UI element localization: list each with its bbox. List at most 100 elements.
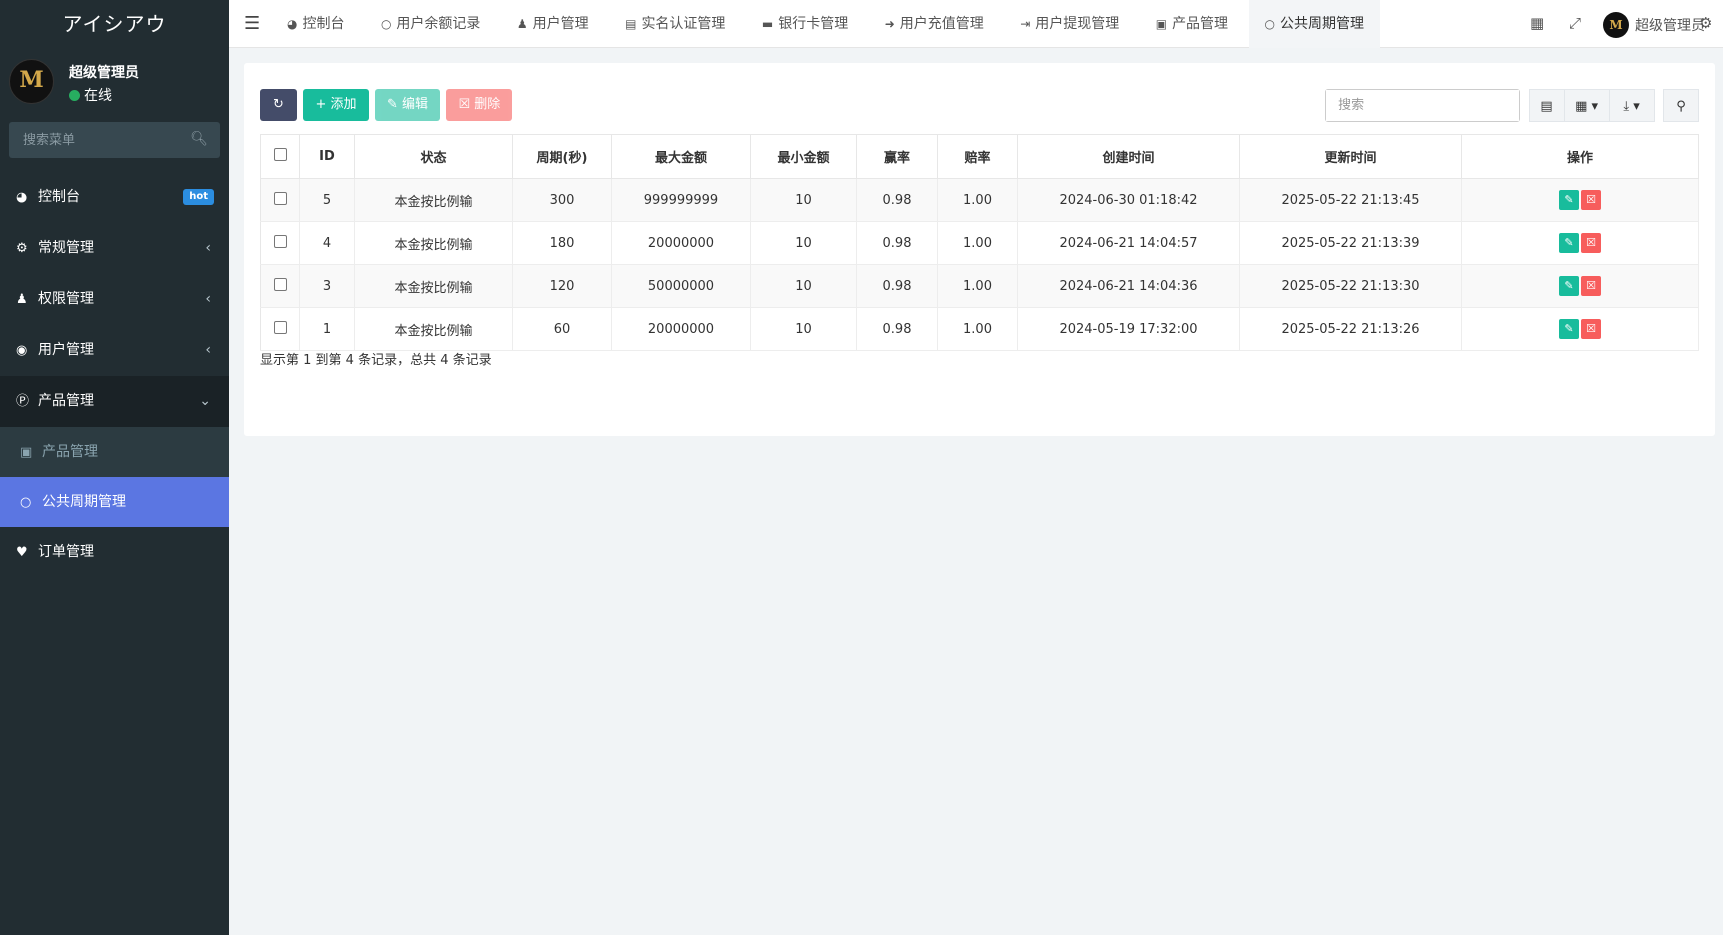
- column-header[interactable]: 周期(秒): [512, 134, 612, 179]
- table-cell: 20000000: [611, 221, 751, 265]
- row-delete-button[interactable]: ☒: [1581, 190, 1601, 210]
- pagination-info: 显示第 1 到第 4 条记录，总共 4 条记录: [260, 353, 492, 368]
- sidebar-item-label: 用户管理: [38, 342, 94, 358]
- column-header[interactable]: ID: [299, 134, 355, 179]
- sidebar-item-general[interactable]: ⚙ 常规管理 ‹: [0, 223, 229, 274]
- tab-deposits[interactable]: ➜ 用户充值管理: [869, 0, 1000, 48]
- plus-icon: +: [315, 97, 331, 112]
- shopping-bag-icon: ▣: [20, 445, 33, 460]
- column-header[interactable]: 更新时间: [1239, 134, 1462, 179]
- menu-toggle-icon[interactable]: ☰: [244, 13, 260, 34]
- table-cell: 1: [299, 307, 355, 351]
- avatar[interactable]: M: [1603, 12, 1629, 38]
- chevron-down-icon: ⌄: [199, 393, 211, 409]
- delete-label: 删除: [474, 97, 501, 112]
- language-icon[interactable]: ▦: [1530, 14, 1544, 32]
- sidebar-subitem-public-period[interactable]: ○ 公共周期管理: [0, 477, 229, 527]
- tab-label: 控制台: [302, 16, 345, 32]
- delete-button[interactable]: ☒ 删除: [446, 89, 513, 121]
- heartbeat-icon: ♥: [16, 545, 28, 560]
- select-all-cell[interactable]: [260, 134, 300, 179]
- sidebar-item-dashboard[interactable]: ◕ 控制台 hot: [0, 172, 229, 223]
- sidebar-item-permissions[interactable]: ♟ 权限管理 ‹: [0, 274, 229, 325]
- gear-icon[interactable]: ⚙: [1699, 14, 1712, 32]
- row-edit-button[interactable]: ✎: [1559, 233, 1579, 253]
- row-select-cell[interactable]: [260, 264, 300, 308]
- column-header[interactable]: 最大金额: [611, 134, 751, 179]
- tab-users[interactable]: ♟ 用户管理: [501, 0, 605, 48]
- column-header[interactable]: 创建时间: [1017, 134, 1240, 179]
- id-card-icon: ▤: [625, 17, 637, 31]
- toggle-view-button[interactable]: ▤: [1528, 89, 1565, 122]
- sidebar-item-users[interactable]: ◉ 用户管理 ‹: [0, 325, 229, 376]
- row-edit-button[interactable]: ✎: [1559, 276, 1579, 296]
- row-edit-button[interactable]: ✎: [1559, 319, 1579, 339]
- table-cell: 本金按比例输: [354, 307, 513, 351]
- table-header-row: ID 状态 周期(秒) 最大金额 最小金额 赢率 赔率 创建时间 更新时间 操作: [260, 134, 1699, 179]
- search-icon[interactable]: 🔍︎: [190, 131, 208, 147]
- select-all-checkbox[interactable]: [273, 148, 287, 161]
- table-cell: 1.00: [937, 178, 1018, 222]
- row-select-cell[interactable]: [260, 221, 300, 265]
- tab-dashboard[interactable]: ◕ 控制台: [271, 0, 360, 48]
- sidebar-subitem-products[interactable]: ▣ 产品管理: [0, 427, 229, 477]
- table-cell: 2024-06-30 01:18:42: [1017, 178, 1240, 222]
- trash-icon: ☒: [1586, 279, 1596, 292]
- row-select-cell[interactable]: [260, 178, 300, 222]
- credit-card-icon: ▬: [761, 17, 774, 31]
- tab-balance-records[interactable]: ○ 用户余额记录: [365, 0, 496, 48]
- fullscreen-icon[interactable]: ⤢: [1569, 14, 1581, 32]
- app-logo[interactable]: アイシアウ: [0, 0, 229, 48]
- column-header[interactable]: 状态: [354, 134, 513, 179]
- table-search-input[interactable]: [1326, 90, 1520, 121]
- edit-button[interactable]: ✎ 编辑: [374, 89, 440, 121]
- table-cell: 2024-06-21 14:04:36: [1017, 264, 1240, 308]
- column-header[interactable]: 赢率: [856, 134, 938, 179]
- avatar: M: [9, 59, 54, 104]
- row-checkbox[interactable]: [273, 277, 287, 291]
- tab-products[interactable]: ▣ 产品管理: [1140, 0, 1244, 48]
- row-select-cell[interactable]: [260, 307, 300, 351]
- sign-in-icon: ➜: [884, 17, 895, 31]
- columns-button[interactable]: ▦ ▾: [1563, 89, 1610, 122]
- table-cell: 2025-05-22 21:13:30: [1239, 264, 1462, 308]
- row-delete-button[interactable]: ☒: [1581, 319, 1601, 339]
- table-row[interactable]: 4 本金按比例输 180 20000000 10 0.98 1.00 2024-…: [260, 221, 1699, 265]
- table-cell: 0.98: [856, 264, 938, 308]
- pencil-icon: ✎: [386, 97, 402, 112]
- row-checkbox[interactable]: [273, 320, 287, 334]
- edit-label: 编辑: [401, 97, 428, 112]
- table-cell: 0.98: [856, 178, 938, 222]
- advanced-search-button[interactable]: ⚲: [1663, 89, 1699, 122]
- sidebar-item-products[interactable]: Ⓟ 产品管理 ⌄: [0, 376, 229, 427]
- sidebar-item-orders[interactable]: ♥ 订单管理: [0, 527, 229, 578]
- tab-verification[interactable]: ▤ 实名认证管理: [609, 0, 741, 48]
- table-cell: 20000000: [611, 307, 751, 351]
- table-cell: 0.98: [856, 221, 938, 265]
- column-header[interactable]: 赔率: [937, 134, 1018, 179]
- table-cell: 10: [750, 264, 857, 308]
- tab-withdrawals[interactable]: ⇥ 用户提现管理: [1004, 0, 1135, 48]
- table-row[interactable]: 3 本金按比例输 120 50000000 10 0.98 1.00 2024-…: [260, 264, 1699, 308]
- user-panel: M 超级管理员 在线: [0, 48, 229, 116]
- sidebar-item-label: 产品管理: [38, 393, 94, 409]
- row-delete-button[interactable]: ☒: [1581, 233, 1601, 253]
- row-checkbox[interactable]: [273, 191, 287, 205]
- table-row[interactable]: 1 本金按比例输 60 20000000 10 0.98 1.00 2024-0…: [260, 307, 1699, 351]
- table-cell: 2024-06-21 14:04:57: [1017, 221, 1240, 265]
- sidebar-search-input[interactable]: [9, 122, 220, 158]
- refresh-button[interactable]: ↻: [260, 89, 297, 121]
- row-delete-button[interactable]: ☒: [1581, 276, 1601, 296]
- trash-icon: ☒: [1586, 193, 1596, 206]
- tab-bank-cards[interactable]: ▬ 银行卡管理: [746, 0, 864, 48]
- row-checkbox[interactable]: [273, 234, 287, 248]
- table-search: [1325, 89, 1521, 122]
- add-button[interactable]: + 添加: [303, 89, 369, 121]
- table-cell: 10: [750, 307, 857, 351]
- row-edit-button[interactable]: ✎: [1559, 190, 1579, 210]
- export-button[interactable]: ⤓ ▾: [1608, 89, 1655, 122]
- refresh-icon: ↻: [273, 97, 284, 112]
- table-row[interactable]: 5 本金按比例输 300 999999999 10 0.98 1.00 2024…: [260, 178, 1699, 222]
- top-user-name[interactable]: 超级管理员: [1635, 15, 1705, 35]
- column-header[interactable]: 最小金额: [750, 134, 857, 179]
